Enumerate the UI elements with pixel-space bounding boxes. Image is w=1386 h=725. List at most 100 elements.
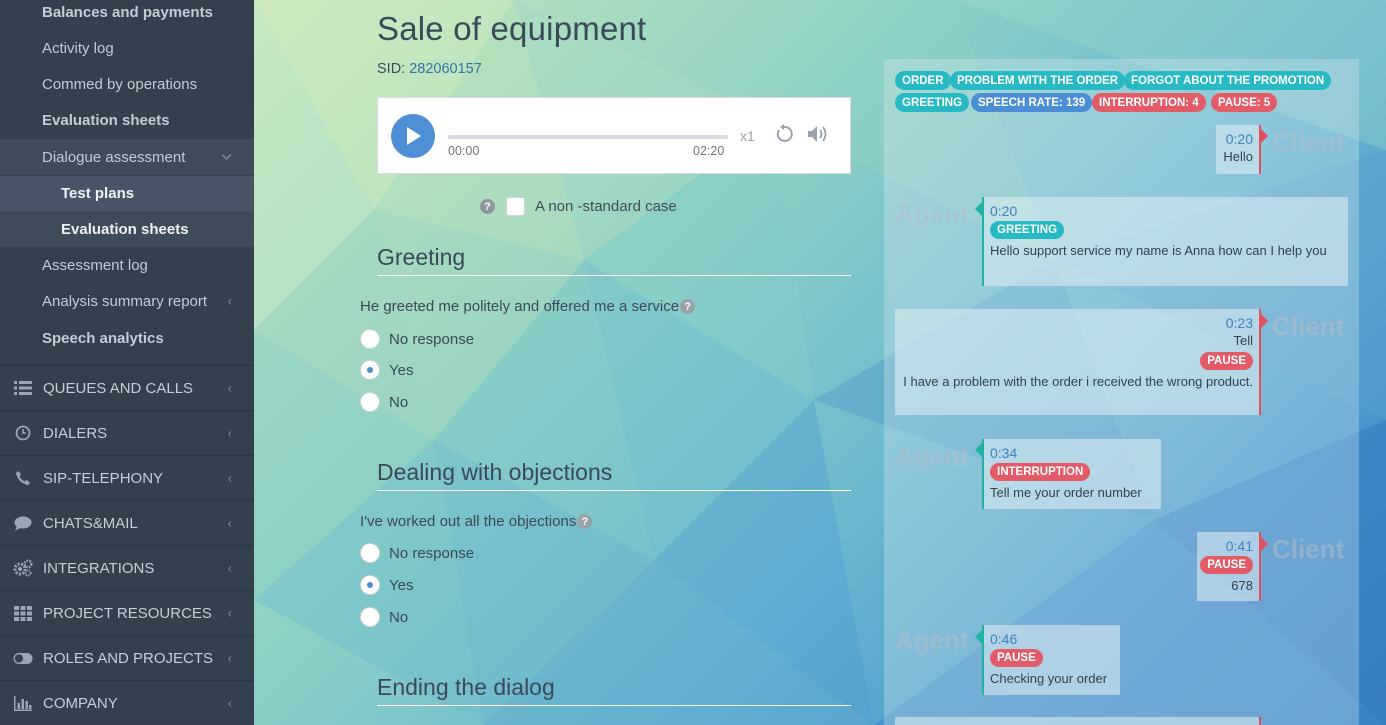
sidebar-item-label: Evaluation sheets xyxy=(42,111,170,129)
sidebar-item-dialogue-assessment[interactable]: Dialogue assessment xyxy=(0,139,254,175)
message-time[interactable]: 0:41 xyxy=(1197,538,1253,554)
volume-icon[interactable] xyxy=(807,124,829,144)
sidebar-item-activity-log[interactable]: Activity log xyxy=(0,31,254,65)
sid-line: SID: 282060157 xyxy=(377,61,482,77)
message-time[interactable]: 0:46 xyxy=(990,631,1114,647)
sidebar-item-speech-analytics[interactable]: Speech analytics xyxy=(0,321,254,355)
radio-button[interactable] xyxy=(360,543,380,563)
radio-button[interactable] xyxy=(360,329,380,349)
radio-label: Yes xyxy=(389,576,414,594)
play-button[interactable] xyxy=(391,114,435,158)
sidebar-section-project-resources[interactable]: PROJECT RESOURCES ‹ xyxy=(0,590,254,635)
nonstandard-case-checkbox[interactable] xyxy=(506,197,525,216)
chevron-left-icon: ‹ xyxy=(227,515,232,531)
radio-label: Yes xyxy=(389,361,414,379)
sidebar-section-label: DIALERS xyxy=(43,424,108,442)
message-text: Tell me your order number xyxy=(990,485,1142,500)
radio-button-selected[interactable] xyxy=(360,360,380,380)
sidebar: Balances and payments Activity log Comme… xyxy=(0,0,254,725)
sidebar-section-company[interactable]: COMPANY ‹ xyxy=(0,680,254,725)
message-client: 0:23 Tell PAUSE I have a problem with th… xyxy=(895,309,1261,415)
tag-chip[interactable]: INTERRUPTION: 4 xyxy=(1092,93,1206,112)
message-text: 678 xyxy=(1231,578,1253,593)
question-text: I've worked out all the objections xyxy=(360,513,577,530)
radio-button-selected[interactable] xyxy=(360,575,380,595)
list-icon xyxy=(13,380,33,396)
message-text: I have a problem with the order i receiv… xyxy=(903,374,1253,389)
message-time[interactable]: 0:34 xyxy=(990,445,1155,461)
tag-chip[interactable]: PROBLEM WITH THE ORDER xyxy=(950,71,1125,90)
tag-chip[interactable]: PAUSE: 5 xyxy=(1211,93,1278,112)
tag-chip[interactable]: GREETING xyxy=(895,93,970,112)
chat-bubble-icon xyxy=(13,515,33,531)
sidebar-section-sip-telephony[interactable]: SIP-TELEPHONY ‹ xyxy=(0,455,254,500)
sidebar-item-label: Balances and payments xyxy=(42,3,213,21)
sidebar-item-label: Dialogue assessment xyxy=(42,148,186,166)
phone-icon xyxy=(13,470,33,486)
speaker-label-agent: Agent xyxy=(895,199,969,229)
radio-button[interactable] xyxy=(360,607,380,627)
sid-value[interactable]: 282060157 xyxy=(409,61,482,77)
sidebar-item-label: Assessment log xyxy=(42,256,148,274)
speaker-label-client: Client xyxy=(1272,311,1345,341)
sidebar-item-evaluation-sheets-sub[interactable]: Evaluation sheets xyxy=(0,211,254,247)
sidebar-section-roles-and-projects[interactable]: ROLES AND PROJECTS ‹ xyxy=(0,635,254,680)
nonstandard-case-label: A non -standard case xyxy=(535,198,677,215)
transcript-panel: ORDER PROBLEM WITH THE ORDER FORGOT ABOU… xyxy=(884,59,1359,725)
agent-marker xyxy=(975,443,982,457)
message-text: Checking your order xyxy=(990,671,1108,686)
replay-icon[interactable] xyxy=(774,124,794,144)
sidebar-item-evaluation-sheets[interactable]: Evaluation sheets xyxy=(0,103,254,137)
message-tag[interactable]: PAUSE xyxy=(1200,556,1253,574)
radio-option[interactable]: No xyxy=(360,392,408,412)
sidebar-item-balances-and-payments[interactable]: Balances and payments xyxy=(0,0,254,24)
sidebar-item-analysis-summary-report[interactable]: Analysis summary report ‹ xyxy=(0,284,254,318)
client-marker xyxy=(1261,314,1268,328)
help-icon[interactable]: ? xyxy=(577,514,593,529)
message-time[interactable]: 0:23 xyxy=(895,315,1253,331)
chevron-left-icon: ‹ xyxy=(227,560,232,576)
chevron-left-icon: ‹ xyxy=(227,470,232,486)
sidebar-section-queues-and-calls[interactable]: QUEUES AND CALLS ‹ xyxy=(0,365,254,410)
message-time[interactable]: 0:20 xyxy=(1216,131,1253,147)
sidebar-item-commed-by-operations[interactable]: Commed by operations xyxy=(0,67,254,101)
speaker-label-client: Client xyxy=(1272,127,1345,157)
sidebar-section-integrations[interactable]: INTEGRATIONS ‹ xyxy=(0,545,254,590)
sidebar-item-label: Evaluation sheets xyxy=(61,220,189,238)
radio-option[interactable]: No response xyxy=(360,329,474,349)
help-icon[interactable]: ? xyxy=(680,299,696,314)
radio-option[interactable]: Yes xyxy=(360,360,413,380)
radio-label: No xyxy=(389,393,409,411)
help-icon[interactable]: ? xyxy=(480,199,495,214)
client-marker xyxy=(1261,129,1268,143)
message-tag[interactable]: GREETING xyxy=(990,221,1065,239)
tag-chip[interactable]: ORDER xyxy=(895,71,951,90)
sidebar-section-label: COMPANY xyxy=(43,694,118,712)
sidebar-item-assessment-log[interactable]: Assessment log xyxy=(0,248,254,282)
section-title-ending: Ending the dialog xyxy=(377,674,851,706)
message-tag[interactable]: PAUSE xyxy=(1200,352,1253,370)
sidebar-section-chats-mail[interactable]: CHATS&MAIL ‹ xyxy=(0,500,254,545)
question-text: He greeted me politely and offered me a … xyxy=(360,298,680,315)
tag-chip[interactable]: FORGOT ABOUT THE PROMOTION xyxy=(1124,71,1332,90)
message-tag[interactable]: PAUSE xyxy=(990,649,1043,667)
nonstandard-case-row: ? A non -standard case xyxy=(480,197,677,216)
question-greeting: He greeted me politely and offered me a … xyxy=(360,298,696,315)
sidebar-item-label: Speech analytics xyxy=(42,329,164,347)
radio-option[interactable]: Yes xyxy=(360,575,413,595)
bar-chart-icon xyxy=(13,695,33,711)
sidebar-item-label: Commed by operations xyxy=(42,75,198,93)
message-tag[interactable]: INTERRUPTION xyxy=(990,463,1091,481)
time-start: 00:00 xyxy=(448,144,480,158)
sidebar-section-dialers[interactable]: DIALERS ‹ xyxy=(0,410,254,455)
message-time[interactable]: 0:20 xyxy=(990,203,1342,219)
playback-speed-button[interactable]: x1 xyxy=(740,128,755,144)
sidebar-item-test-plans[interactable]: Test plans xyxy=(0,176,254,211)
playback-track[interactable] xyxy=(448,135,728,139)
play-icon xyxy=(407,127,421,145)
radio-button[interactable] xyxy=(360,392,380,412)
message-text: Tell xyxy=(1233,333,1253,348)
radio-option[interactable]: No response xyxy=(360,543,474,563)
tag-chip[interactable]: SPEECH RATE: 139 xyxy=(971,93,1093,112)
radio-option[interactable]: No xyxy=(360,607,408,627)
